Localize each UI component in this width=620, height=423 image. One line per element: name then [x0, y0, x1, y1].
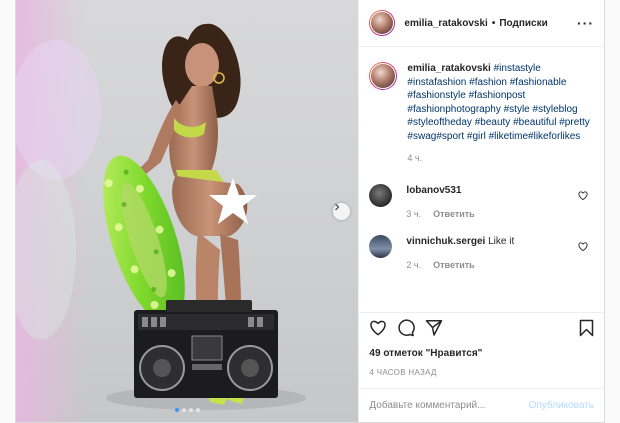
next-slide-button[interactable]: [333, 203, 350, 220]
commenter-avatar[interactable]: [369, 183, 393, 207]
bookmark-icon[interactable]: [579, 319, 594, 337]
hashtag-link[interactable]: #fashionstyle: [407, 90, 465, 101]
post-media[interactable]: [16, 0, 359, 422]
likes-count[interactable]: 49 отметок "Нравится": [369, 348, 482, 359]
hashtag-link[interactable]: #style: [504, 104, 530, 115]
avatar[interactable]: [369, 10, 396, 36]
comment-time: 2 ч.: [406, 259, 422, 270]
carousel-dot: [174, 408, 179, 412]
hashtag-link[interactable]: #styleblog: [533, 104, 578, 115]
hashtag-link[interactable]: #styleoftheday: [407, 117, 472, 128]
paper-plane-icon[interactable]: [425, 319, 443, 336]
hashtag-link[interactable]: #pretty: [559, 117, 590, 128]
comment-time: 3 ч.: [406, 208, 422, 219]
caption-hashtags: #instastyle #instafashion #fashion #fash…: [407, 63, 589, 142]
carousel-indicator: [16, 408, 358, 412]
hashtag-link[interactable]: #swag#sport: [407, 131, 464, 142]
comment-text: Like it: [488, 235, 515, 247]
add-comment-bar: Опубликовать: [359, 388, 604, 422]
publish-button[interactable]: Опубликовать: [529, 400, 594, 411]
hashtag-link[interactable]: #instafashion: [407, 77, 466, 88]
reply-button[interactable]: Ответить: [433, 260, 475, 270]
comment-item: lobanov531 ᅠᅠᅠ 3 ч. Ответить: [359, 183, 604, 221]
carousel-dot: [181, 408, 186, 412]
hashtag-link[interactable]: #beautiful: [513, 117, 556, 128]
avatar[interactable]: [369, 62, 398, 90]
carousel-dot: [195, 408, 200, 412]
caption-time: 4 ч.: [407, 153, 423, 163]
separator-dot: •: [491, 17, 496, 29]
small-heart-icon[interactable]: [578, 190, 588, 203]
post-timestamp: 4 ЧАСОВ НАЗАД: [369, 368, 437, 377]
comments-section: emilia_ratakovski #instastyle #instafash…: [359, 48, 604, 310]
comment-input[interactable]: [369, 400, 529, 411]
hashtag-link[interactable]: #fashionable: [510, 77, 567, 88]
hashtag-link[interactable]: #beauty: [475, 117, 511, 128]
comment-item: vinnichuk.sergei Like it 2 ч. Ответить: [359, 234, 604, 272]
hashtag-link[interactable]: #girl: [467, 131, 486, 142]
hashtag-link[interactable]: #fashion: [469, 77, 507, 88]
comment-username[interactable]: vinnichuk.sergei: [406, 236, 485, 247]
post-photo: [16, 0, 306, 422]
small-heart-icon[interactable]: [578, 241, 588, 254]
post-side-panel: emilia_ratakovski • Подписки ··· emilia_…: [358, 0, 604, 422]
hashtag-link[interactable]: #fashionphotography: [407, 104, 500, 115]
reply-button[interactable]: Ответить: [433, 209, 475, 219]
commenter-avatar[interactable]: [369, 234, 393, 258]
caption-username[interactable]: emilia_ratakovski: [407, 63, 490, 74]
hashtag-link[interactable]: #instastyle: [494, 63, 541, 74]
heart-icon[interactable]: [369, 319, 387, 336]
hashtag-link[interactable]: #liketime#likeforlikes: [489, 131, 581, 142]
carousel-dot: [188, 408, 193, 412]
post-header: emilia_ratakovski • Подписки ···: [359, 0, 604, 47]
comment-username[interactable]: lobanov531: [406, 185, 461, 196]
author-username[interactable]: emilia_ratakovski: [404, 18, 487, 29]
comment-text: ᅠᅠᅠ: [464, 184, 492, 196]
comment-bubble-icon[interactable]: [397, 318, 416, 337]
hashtag-link[interactable]: #fashionpost: [469, 90, 526, 101]
instagram-post: emilia_ratakovski • Подписки ··· emilia_…: [15, 0, 605, 423]
action-bar: [359, 312, 604, 342]
more-options-icon[interactable]: ···: [577, 15, 594, 31]
caption: emilia_ratakovski #instastyle #instafash…: [359, 48, 604, 166]
following-button[interactable]: Подписки: [499, 18, 547, 29]
